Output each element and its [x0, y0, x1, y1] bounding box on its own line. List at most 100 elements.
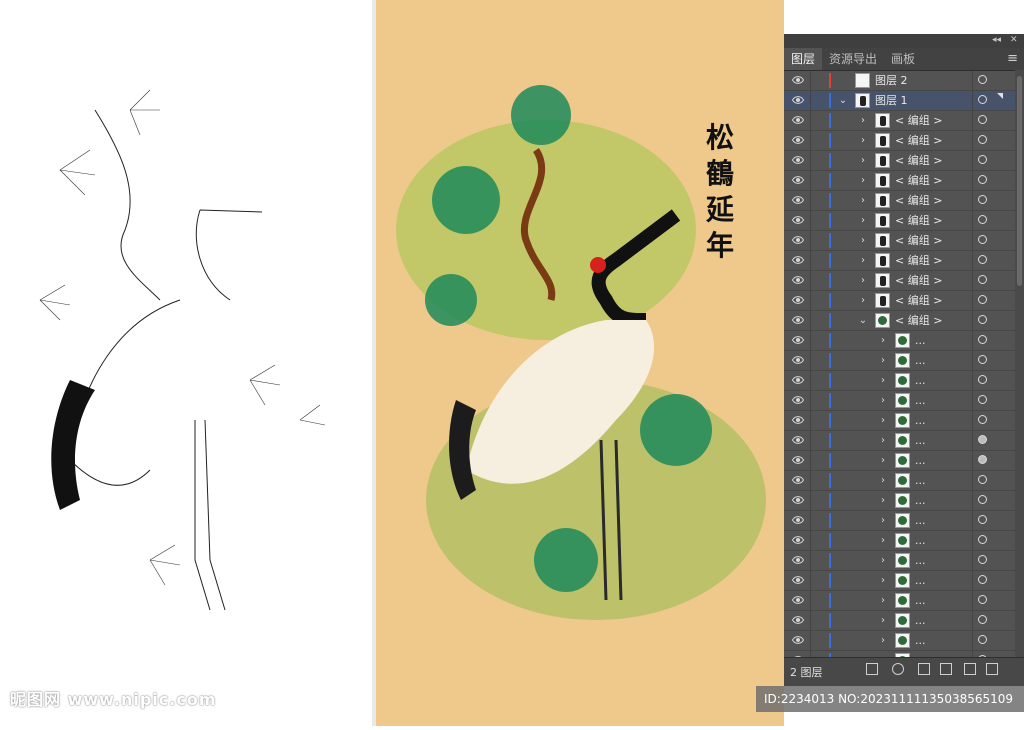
chevron-right-icon[interactable]: › — [878, 611, 888, 630]
visibility-eye-icon[interactable] — [792, 595, 804, 605]
visibility-eye-icon[interactable] — [792, 375, 804, 385]
chevron-right-icon[interactable]: › — [878, 391, 888, 410]
visibility-eye-icon[interactable] — [792, 95, 804, 105]
target-circle-icon[interactable] — [978, 395, 987, 404]
group-row[interactable]: › < 编组 > — [784, 271, 1024, 291]
chevron-right-icon[interactable]: › — [858, 291, 868, 310]
chevron-right-icon[interactable]: › — [878, 591, 888, 610]
search-icon[interactable] — [892, 663, 904, 675]
sublayer-row[interactable]: ›... — [784, 591, 1024, 611]
layer-name[interactable]: < 编组 > — [895, 151, 942, 170]
group-row[interactable]: › < 编组 > — [784, 251, 1024, 271]
chevron-down-icon[interactable]: ⌄ — [858, 311, 868, 330]
group-row[interactable]: › < 编组 > — [784, 291, 1024, 311]
layer-name[interactable]: ... — [915, 531, 926, 550]
visibility-eye-icon[interactable] — [792, 175, 804, 185]
target-circle-icon[interactable] — [978, 295, 987, 304]
layer-name[interactable]: ... — [915, 391, 926, 410]
layer-name[interactable]: ... — [915, 351, 926, 370]
target-circle-icon[interactable] — [978, 315, 987, 324]
visibility-eye-icon[interactable] — [792, 355, 804, 365]
layer-name[interactable]: < 编组 > — [895, 111, 942, 130]
layer-name[interactable]: ... — [915, 511, 926, 530]
group-row[interactable]: › < 编组 > — [784, 191, 1024, 211]
sublayer-row[interactable]: ›... — [784, 491, 1024, 511]
target-circle-icon[interactable] — [978, 95, 987, 104]
chevron-down-icon[interactable]: ⌄ — [838, 91, 848, 110]
layer-name[interactable]: ... — [915, 431, 926, 450]
chevron-right-icon[interactable]: › — [878, 331, 888, 350]
layer-name[interactable]: ... — [915, 331, 926, 350]
layer-name[interactable]: ... — [915, 611, 926, 630]
target-circle-icon[interactable] — [978, 515, 987, 524]
visibility-eye-icon[interactable] — [792, 135, 804, 145]
visibility-eye-icon[interactable] — [792, 615, 804, 625]
layer-name[interactable]: < 编组 > — [895, 251, 942, 270]
visibility-eye-icon[interactable] — [792, 235, 804, 245]
layer-name[interactable]: < 编组 > — [895, 131, 942, 150]
visibility-eye-icon[interactable] — [792, 255, 804, 265]
target-circle-icon[interactable] — [978, 415, 987, 424]
visibility-eye-icon[interactable] — [792, 455, 804, 465]
collapse-panel-icon[interactable]: ◂◂ — [992, 35, 1001, 45]
clip-mask-icon[interactable] — [918, 663, 930, 675]
group-row[interactable]: › < 编组 > — [784, 111, 1024, 131]
target-circle-icon[interactable] — [978, 135, 987, 144]
layer-name[interactable]: < 编组 > — [895, 211, 942, 230]
target-circle-icon[interactable] — [978, 455, 987, 464]
visibility-eye-icon[interactable] — [792, 75, 804, 85]
chevron-right-icon[interactable]: › — [858, 191, 868, 210]
target-circle-icon[interactable] — [978, 75, 987, 84]
layer-name[interactable]: < 编组 > — [895, 231, 942, 250]
chevron-right-icon[interactable]: › — [858, 211, 868, 230]
sublayer-row[interactable]: ›... — [784, 391, 1024, 411]
target-circle-icon[interactable] — [978, 115, 987, 124]
target-circle-icon[interactable] — [978, 595, 987, 604]
sublayer-row[interactable]: ›... — [784, 531, 1024, 551]
chevron-right-icon[interactable]: › — [858, 251, 868, 270]
chevron-right-icon[interactable]: › — [878, 351, 888, 370]
chevron-right-icon[interactable]: › — [858, 231, 868, 250]
target-circle-icon[interactable] — [978, 535, 987, 544]
chevron-right-icon[interactable]: › — [878, 491, 888, 510]
target-circle-icon[interactable] — [978, 155, 987, 164]
target-circle-icon[interactable] — [978, 475, 987, 484]
visibility-eye-icon[interactable] — [792, 155, 804, 165]
group-row[interactable]: › < 编组 > — [784, 131, 1024, 151]
layer-name[interactable]: ... — [915, 471, 926, 490]
visibility-eye-icon[interactable] — [792, 415, 804, 425]
target-circle-icon[interactable] — [978, 175, 987, 184]
chevron-right-icon[interactable]: › — [858, 171, 868, 190]
layer-name[interactable]: < 编组 > — [895, 171, 942, 190]
visibility-eye-icon[interactable] — [792, 535, 804, 545]
visibility-eye-icon[interactable] — [792, 295, 804, 305]
visibility-eye-icon[interactable] — [792, 435, 804, 445]
target-circle-icon[interactable] — [978, 215, 987, 224]
new-sublayer-icon[interactable] — [940, 663, 952, 675]
chevron-right-icon[interactable]: › — [858, 111, 868, 130]
visibility-eye-icon[interactable] — [792, 635, 804, 645]
chevron-right-icon[interactable]: › — [858, 131, 868, 150]
sublayer-row[interactable]: ›... — [784, 371, 1024, 391]
visibility-eye-icon[interactable] — [792, 315, 804, 325]
chevron-right-icon[interactable]: › — [878, 371, 888, 390]
tab-layers[interactable]: 图层 — [784, 48, 823, 70]
close-panel-icon[interactable]: ✕ — [1010, 35, 1018, 45]
group-row[interactable]: ⌄ < 编组 > — [784, 311, 1024, 331]
tab-asset-export[interactable]: 资源导出 — [822, 48, 884, 70]
target-circle-icon[interactable] — [978, 275, 987, 284]
chevron-right-icon[interactable]: › — [858, 271, 868, 290]
target-circle-icon[interactable] — [978, 495, 987, 504]
target-circle-icon[interactable] — [978, 335, 987, 344]
visibility-eye-icon[interactable] — [792, 195, 804, 205]
chevron-right-icon[interactable]: › — [878, 571, 888, 590]
chevron-right-icon[interactable]: › — [878, 411, 888, 430]
sublayer-row[interactable]: ›... — [784, 551, 1024, 571]
export-icon[interactable] — [866, 663, 878, 675]
sublayer-row[interactable]: ›... — [784, 471, 1024, 491]
visibility-eye-icon[interactable] — [792, 515, 804, 525]
sublayer-row[interactable]: ›... — [784, 611, 1024, 631]
new-layer-icon[interactable] — [964, 663, 976, 675]
layer-row[interactable]: 图层 2 — [784, 71, 1024, 91]
chevron-right-icon[interactable]: › — [878, 531, 888, 550]
